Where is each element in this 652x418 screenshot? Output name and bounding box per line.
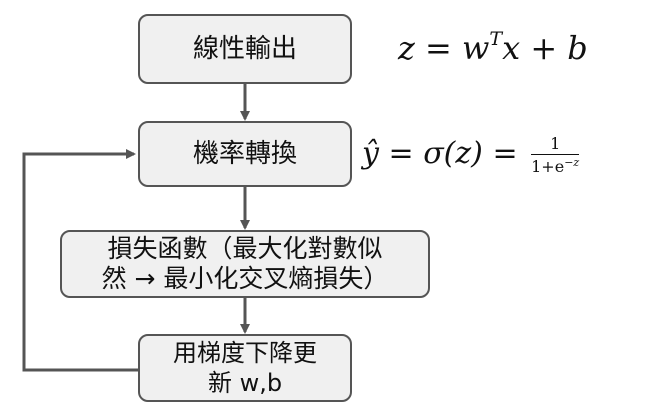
eq-sigmoid-fraction: 1 1+e−z xyxy=(531,134,580,176)
node-probability-transform-label: 機率轉換 xyxy=(192,138,297,169)
node-gradient-line-2: 新 w,b xyxy=(207,369,283,397)
equation-sigmoid: ŷ = σ(z) = 1 1+e−z xyxy=(362,134,580,176)
eq-sigmoid-sigma: σ(z) xyxy=(423,136,483,171)
node-loss-function: 損失函數（最大化對數似 然 → 最小化交叉熵損失） xyxy=(60,230,430,298)
eq-linear-transpose: T xyxy=(489,28,503,50)
equation-linear: z = wTx + b xyxy=(398,28,588,67)
eq-sigmoid-denominator-base: 1+e xyxy=(531,157,565,176)
eq-sigmoid-denominator: 1+e−z xyxy=(531,155,579,176)
node-probability-transform: 機率轉換 xyxy=(138,121,352,187)
node-gradient-descent: 用梯度下降更 新 w,b xyxy=(138,334,352,402)
eq-linear-z: z xyxy=(398,29,415,67)
eq-linear-x: x xyxy=(502,29,521,67)
eq-sigmoid-equals-1: = xyxy=(388,136,414,171)
eq-linear-plus: + xyxy=(530,29,558,67)
eq-sigmoid-equals-2: = xyxy=(492,136,518,171)
eq-sigmoid-yhat: ŷ xyxy=(362,136,379,171)
eq-sigmoid-denominator-exp: −z xyxy=(564,156,580,169)
node-linear-output: 線性輸出 xyxy=(138,14,352,84)
node-loss-line-1: 損失函數（最大化對數似 xyxy=(107,234,383,263)
eq-linear-equals: = xyxy=(425,29,452,67)
eq-linear-w: w xyxy=(462,29,490,67)
node-loss-line-2: 然 → 最小化交叉熵損失） xyxy=(101,264,389,293)
eq-linear-b: b xyxy=(567,29,588,67)
eq-sigmoid-numerator: 1 xyxy=(531,134,580,155)
node-linear-output-label: 線性輸出 xyxy=(192,33,297,64)
node-gradient-line-1: 用梯度下降更 xyxy=(173,339,317,367)
